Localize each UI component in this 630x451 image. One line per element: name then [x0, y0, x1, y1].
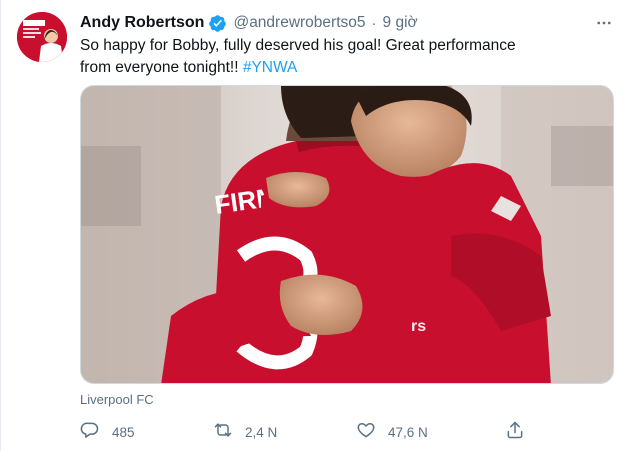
reply-count: 485: [112, 424, 135, 440]
tweet-photo[interactable]: FIRMI rs: [80, 85, 614, 384]
heart-icon: [356, 420, 376, 445]
avatar-image: [17, 12, 67, 62]
media-source-label[interactable]: Liverpool FC: [80, 392, 154, 407]
tweet-body: So happy for Bobby, fully deserved his g…: [80, 37, 516, 76]
display-name[interactable]: Andy Robertson: [80, 14, 204, 32]
avatar[interactable]: [17, 12, 67, 62]
like-count: 47,6 N: [388, 424, 428, 440]
reply-button[interactable]: 485: [80, 418, 135, 446]
retweet-button[interactable]: 2,4 N: [213, 418, 277, 446]
hashtag-link[interactable]: #YNWA: [243, 59, 298, 76]
separator-dot: ·: [371, 14, 377, 32]
photo-image: FIRMI rs: [81, 86, 613, 383]
svg-text:rs: rs: [411, 318, 426, 335]
tweet-actions: 485 2,4 N 47,6 N: [80, 418, 560, 446]
tweet-header: Andy Robertson @andrewrobertso5 · 9 giờ: [80, 12, 616, 34]
share-button[interactable]: [505, 418, 525, 446]
share-icon: [505, 420, 525, 445]
timestamp[interactable]: 9 giờ: [383, 14, 418, 32]
verified-badge-icon: [208, 14, 227, 33]
reply-icon: [80, 420, 100, 445]
like-button[interactable]: 47,6 N: [356, 418, 428, 446]
tweet-card[interactable]: Andy Robertson @andrewrobertso5 · 9 giờ …: [0, 0, 630, 451]
retweet-icon: [213, 420, 233, 445]
user-handle[interactable]: @andrewrobertso5: [233, 14, 365, 32]
tweet-text: So happy for Bobby, fully deserved his g…: [80, 35, 550, 79]
retweet-count: 2,4 N: [245, 424, 278, 440]
more-options-icon[interactable]: [592, 12, 616, 34]
